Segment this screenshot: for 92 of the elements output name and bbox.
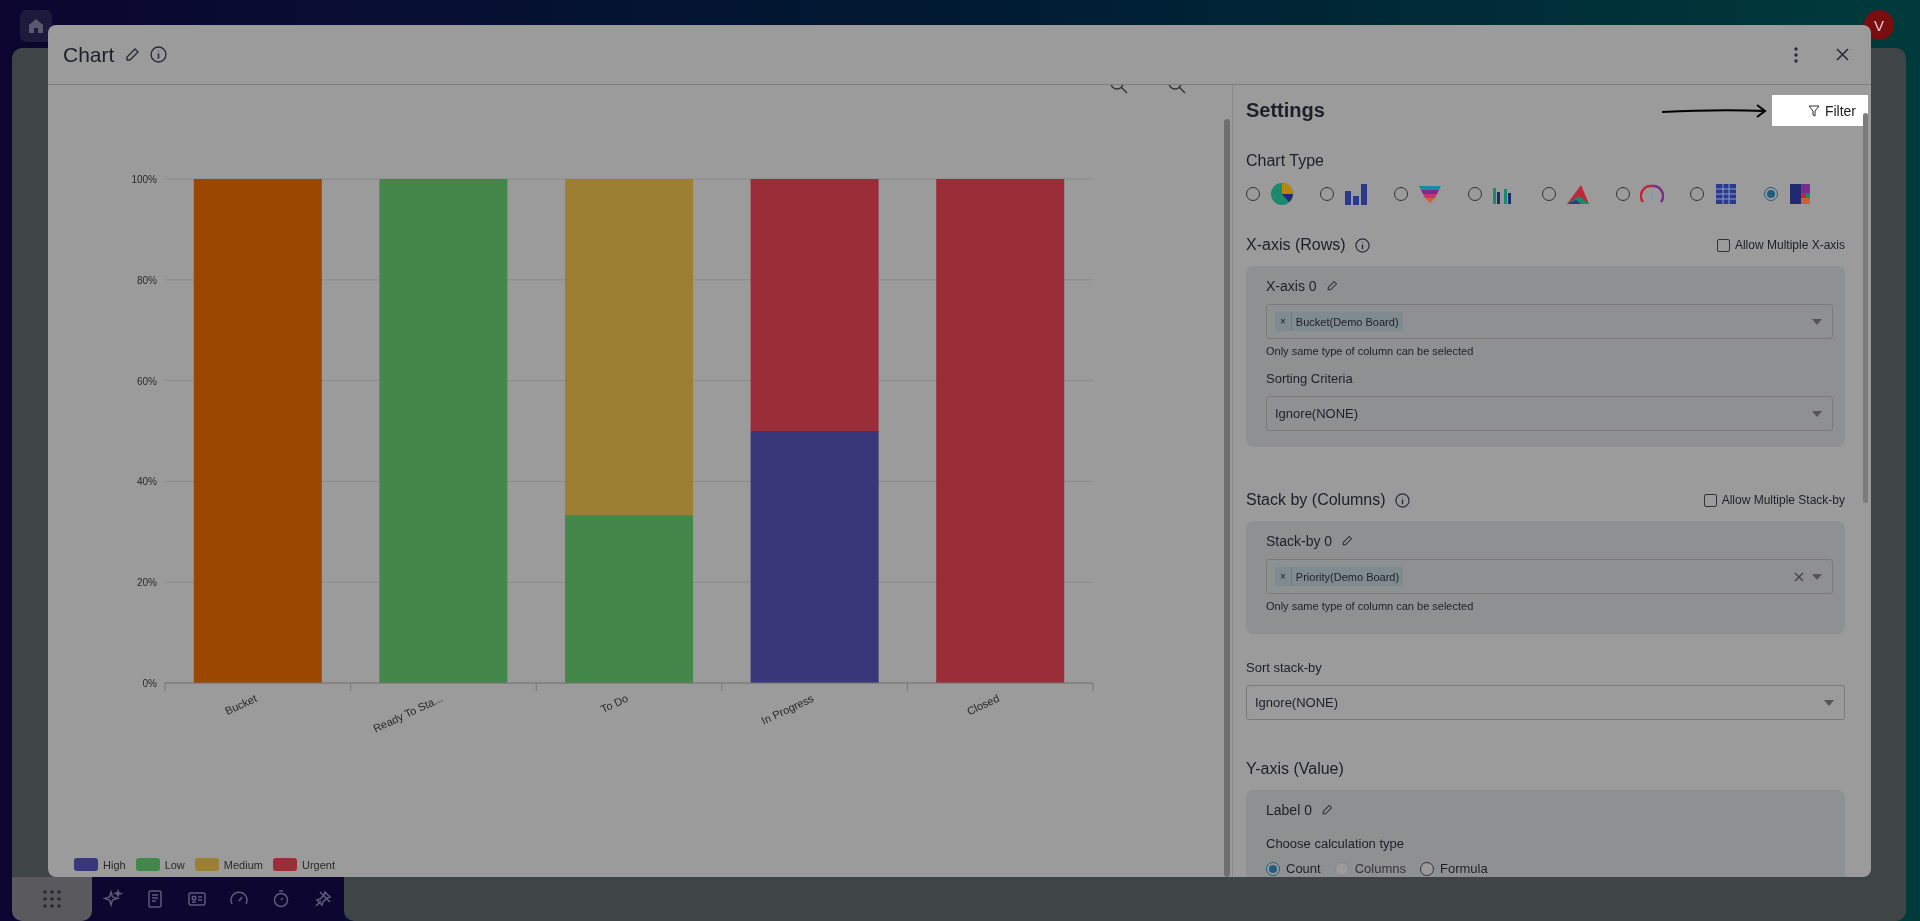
apps-grid-icon[interactable] xyxy=(42,889,62,909)
radio-button[interactable] xyxy=(1320,187,1334,201)
checkbox-label: Allow Multiple X-axis xyxy=(1734,238,1845,252)
radio-button[interactable] xyxy=(1542,187,1556,201)
x-tick-label: To Do xyxy=(598,691,630,715)
field-label: Sort stack-by xyxy=(1246,660,1323,675)
legend-label: Urgent xyxy=(301,858,335,871)
legend-label: High xyxy=(103,858,126,871)
scrollbar[interactable] xyxy=(1224,119,1230,877)
home-icon xyxy=(27,17,45,35)
dropdown-caret-icon xyxy=(1812,410,1822,417)
scrollbar[interactable] xyxy=(1863,113,1868,503)
remove-tag-button[interactable]: × xyxy=(1275,567,1292,586)
tag-label: Priority(Demo Board) xyxy=(1294,570,1401,583)
tag-label: Bucket(Demo Board) xyxy=(1294,315,1400,328)
legend-item[interactable]: High xyxy=(74,858,126,871)
radio-button[interactable] xyxy=(1764,187,1778,201)
document-icon[interactable] xyxy=(145,889,165,909)
y-tick-label: 60% xyxy=(137,375,157,387)
checkbox[interactable] xyxy=(1716,238,1730,252)
radio-button[interactable] xyxy=(1420,861,1434,876)
modal-title: Chart xyxy=(63,42,115,67)
sparkles-icon[interactable] xyxy=(103,889,123,909)
legend-label: Medium xyxy=(223,858,263,871)
clear-icon[interactable] xyxy=(1794,571,1804,582)
dropdown-field[interactable]: Ignore(NONE) xyxy=(1266,396,1833,431)
radio-button[interactable] xyxy=(1468,187,1482,201)
dock-button[interactable] xyxy=(12,877,92,921)
close-icon[interactable] xyxy=(1836,48,1849,61)
more-options-icon[interactable] xyxy=(1794,46,1798,63)
legend-item[interactable]: Low xyxy=(135,858,185,871)
legend-swatch xyxy=(135,858,160,871)
timer-icon[interactable] xyxy=(271,889,291,909)
pencil-icon[interactable] xyxy=(124,46,141,63)
dropdown-field[interactable]: Ignore(NONE) xyxy=(1246,685,1845,720)
y-tick-label: 0% xyxy=(142,678,157,689)
unpin-icon[interactable] xyxy=(313,889,333,909)
card-label: Label 0 xyxy=(1266,802,1312,818)
radio-button[interactable] xyxy=(1616,187,1630,201)
dropdown-caret-icon xyxy=(1812,318,1822,325)
field-label: Choose calculation type xyxy=(1266,836,1406,851)
info-icon[interactable] xyxy=(1354,237,1370,253)
legend-item[interactable]: Urgent xyxy=(272,858,335,871)
pencil-icon[interactable] xyxy=(1320,804,1333,816)
section-title: Chart Type xyxy=(1246,152,1324,170)
legend-label: Low xyxy=(164,858,185,871)
helper-text: Only same type of column can be selected xyxy=(1266,345,1475,357)
dropdown-caret-icon xyxy=(1824,699,1834,706)
helper-text: Only same type of column can be selected xyxy=(1266,600,1475,612)
id-card-icon[interactable] xyxy=(187,889,207,909)
y-tick-label: 100% xyxy=(131,174,157,185)
pencil-icon[interactable] xyxy=(1341,535,1354,547)
remove-tag-button[interactable]: × xyxy=(1275,312,1292,331)
radio-label: Columns xyxy=(1354,861,1406,876)
y-tick-label: 40% xyxy=(137,476,157,488)
filter-icon xyxy=(1807,104,1820,117)
pointer-arrow-icon xyxy=(1660,102,1769,119)
filter-button[interactable]: Filter xyxy=(1771,95,1868,126)
card-label: X-axis 0 xyxy=(1266,278,1317,294)
radio-button[interactable] xyxy=(1690,187,1704,201)
radio-button[interactable] xyxy=(1394,187,1408,201)
card-label: Stack-by 0 xyxy=(1266,533,1333,549)
bar-chart-icon xyxy=(1344,182,1368,206)
section-title: Stack by (Columns) xyxy=(1246,491,1386,509)
section-title: Y-axis (Value) xyxy=(1246,760,1344,778)
multi-select-field[interactable]: × Priority(Demo Board) xyxy=(1266,559,1833,594)
y-tick-label: 80% xyxy=(137,274,157,286)
checkbox[interactable] xyxy=(1703,493,1717,507)
pencil-icon[interactable] xyxy=(1325,280,1338,292)
radio-button[interactable] xyxy=(1266,861,1280,876)
info-icon[interactable] xyxy=(1394,492,1410,508)
x-tick-label: Ready To Sta... xyxy=(371,691,445,735)
legend-swatch xyxy=(74,858,98,871)
radio-label: Count xyxy=(1286,861,1321,876)
dropdown-caret-icon xyxy=(1812,573,1822,580)
legend-swatch xyxy=(194,858,219,871)
info-icon[interactable] xyxy=(150,46,168,63)
radio-button[interactable] xyxy=(1246,187,1260,201)
multi-select-field[interactable]: × Bucket(Demo Board) xyxy=(1266,304,1833,339)
table-icon xyxy=(1714,182,1738,206)
section-title: X-axis (Rows) xyxy=(1246,236,1346,254)
treemap-chart-icon xyxy=(1788,182,1812,206)
user-avatar[interactable]: V xyxy=(1864,10,1894,40)
radio-label: Formula xyxy=(1440,861,1488,876)
pie-chart-icon xyxy=(1270,182,1294,206)
home-button[interactable] xyxy=(20,10,52,42)
legend-item[interactable]: Medium xyxy=(194,858,263,871)
legend-swatch xyxy=(272,858,297,871)
y-tick-label: 20% xyxy=(137,577,157,589)
field-label: Sorting Criteria xyxy=(1266,371,1354,386)
checkbox-label: Allow Multiple Stack-by xyxy=(1721,493,1845,507)
settings-title: Settings xyxy=(1246,99,1325,122)
